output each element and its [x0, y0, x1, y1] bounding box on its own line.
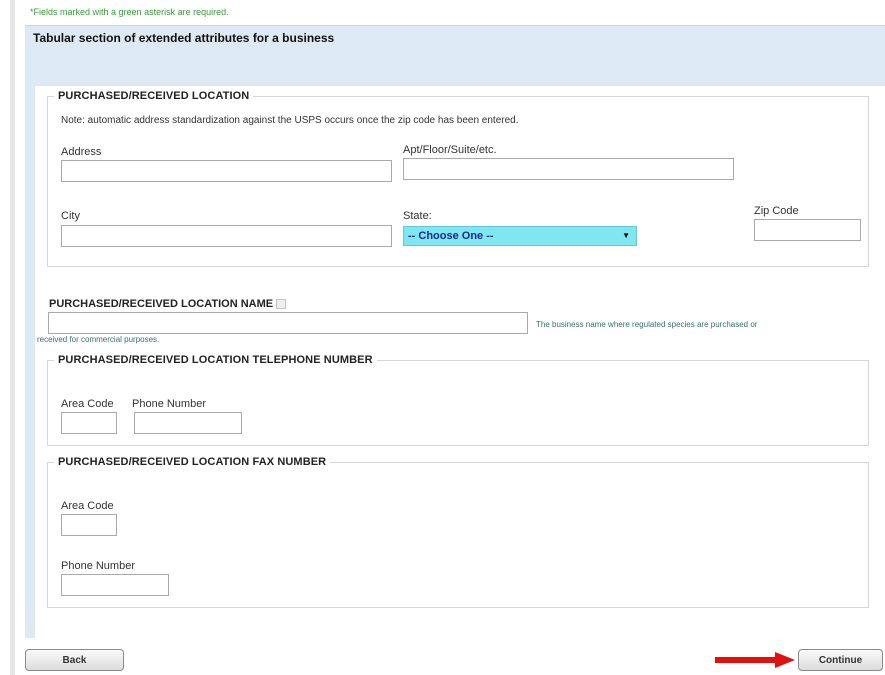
form-body: PURCHASED/RECEIVED LOCATION Note: automa… — [35, 86, 885, 641]
fax-area-code-label: Area Code — [61, 500, 114, 512]
address-input[interactable] — [61, 160, 392, 182]
left-border — [10, 0, 15, 675]
zip-input[interactable] — [754, 219, 861, 241]
fax-phone-input[interactable] — [61, 574, 169, 596]
address-label: Address — [61, 146, 102, 158]
apt-label: Apt/Floor/Suite/etc. — [403, 144, 497, 156]
location-legend: PURCHASED/RECEIVED LOCATION — [58, 90, 250, 102]
tel-phone-label: Phone Number — [132, 398, 206, 410]
apt-input[interactable] — [403, 158, 734, 180]
red-arrow-icon — [715, 652, 795, 668]
location-name-help-line1: The business name where regulated specie… — [536, 320, 758, 329]
required-fields-note: *Fields marked with a green asterisk are… — [30, 7, 229, 17]
city-label: City — [61, 210, 80, 222]
panel-title: Tabular section of extended attributes f… — [33, 31, 335, 45]
extended-attributes-panel: Tabular section of extended attributes f… — [25, 25, 885, 641]
location-name-title: PURCHASED/RECEIVED LOCATION NAME — [49, 298, 287, 310]
city-input[interactable] — [61, 225, 392, 247]
tel-area-code-input[interactable] — [61, 412, 117, 434]
state-label: State: — [403, 210, 432, 222]
fax-fieldset: PURCHASED/RECEIVED LOCATION FAX NUMBER — [47, 456, 869, 608]
caret-down-icon: ▼ — [622, 231, 630, 240]
tel-phone-input[interactable] — [134, 412, 242, 434]
telephone-legend: PURCHASED/RECEIVED LOCATION TELEPHONE NU… — [58, 354, 373, 366]
fax-legend: PURCHASED/RECEIVED LOCATION FAX NUMBER — [58, 456, 327, 468]
fax-phone-label: Phone Number — [61, 560, 135, 572]
state-selected-value: -- Choose One -- — [408, 230, 494, 242]
back-button[interactable]: Back — [25, 649, 124, 671]
info-icon[interactable] — [276, 299, 287, 310]
location-name-input[interactable] — [48, 312, 528, 334]
usps-note: Note: automatic address standardization … — [61, 115, 519, 126]
zip-label: Zip Code — [754, 205, 799, 217]
fax-area-code-input[interactable] — [61, 514, 117, 536]
location-name-title-text: PURCHASED/RECEIVED LOCATION NAME — [49, 298, 274, 310]
required-note-text: Fields marked with a green asterisk are … — [33, 7, 229, 17]
continue-button[interactable]: Continue — [798, 649, 883, 671]
tel-area-code-label: Area Code — [61, 398, 114, 410]
location-name-help-line2: received for commercial purposes. — [37, 335, 160, 344]
state-select[interactable]: -- Choose One -- ▼ — [403, 226, 637, 246]
